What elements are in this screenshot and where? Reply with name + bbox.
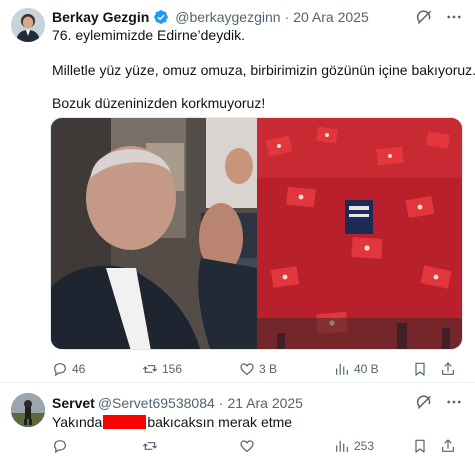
reply-count: 46 [72, 362, 86, 376]
views-icon [336, 363, 348, 375]
repost-count: 156 [162, 362, 183, 376]
tweet-actions: 46 156 3 B 40 B [52, 360, 462, 378]
reply-icon [54, 363, 66, 377]
tweet-text-line-3: Bozuk düzeninizden korkmuyoruz! [52, 95, 266, 111]
media-photo-crowd[interactable] [257, 118, 462, 349]
repost-icon [143, 442, 157, 450]
tweet-top-actions [415, 8, 463, 26]
reply-text: Yakında bakıcaksın merak etme [52, 413, 292, 431]
reply-icon [54, 440, 66, 454]
grok-icon[interactable] [415, 8, 433, 26]
tweet-text-line-2: Milletle yüz yüze, omuz omuza, birbirimi… [52, 62, 475, 78]
share-icon [442, 439, 454, 452]
reply-text-after: bakıcaksın merak etme [147, 414, 293, 430]
more-icon[interactable] [445, 393, 463, 411]
like-count: 3 B [259, 362, 278, 376]
share-icon [442, 362, 454, 375]
reply-actions: 253 [52, 437, 462, 455]
tweet-media[interactable] [50, 117, 463, 350]
bookmark-button[interactable] [412, 438, 428, 454]
grok-icon[interactable] [415, 393, 433, 411]
reply-header: Servet @Servet69538084 · 21 Ara 2025 [52, 394, 303, 412]
views-icon [336, 440, 348, 452]
reply-author-avatar[interactable] [11, 393, 45, 427]
reply-author-handle[interactable]: @Servet69538084 [98, 395, 215, 411]
media-photo-speaker[interactable] [51, 118, 257, 349]
reply-button[interactable] [52, 438, 68, 454]
reply-button[interactable]: 46 [52, 361, 85, 377]
author-name[interactable]: Berkay Gezgin [52, 9, 149, 25]
repost-button[interactable]: 156 [142, 361, 182, 377]
reply-top-actions [415, 393, 463, 411]
tweet-date[interactable]: 20 Ara 2025 [293, 9, 369, 25]
views-button[interactable]: 40 B [334, 361, 379, 377]
views-button[interactable]: 253 [334, 438, 374, 454]
like-icon [240, 363, 254, 376]
tweet-header: Berkay Gezgin @berkaygezginn · 20 Ara 20… [52, 8, 369, 26]
reply-author-name[interactable]: Servet [52, 395, 95, 411]
reply-date[interactable]: 21 Ara 2025 [227, 395, 303, 411]
reply-text-before: Yakında [52, 414, 103, 430]
like-icon [240, 440, 254, 453]
reply-views-count: 253 [354, 439, 375, 453]
redaction-mark [103, 415, 147, 429]
author-avatar[interactable] [11, 8, 45, 42]
bookmark-button[interactable] [412, 361, 428, 377]
share-button[interactable] [440, 361, 456, 377]
separator-dot: · [218, 395, 224, 411]
tweet-text-line-1: 76. eylemimizde Edirne’deydik. [52, 27, 245, 43]
bookmark-icon [415, 362, 425, 376]
bookmark-icon [415, 439, 425, 453]
like-button[interactable] [239, 438, 255, 454]
more-icon[interactable] [445, 8, 463, 26]
like-button[interactable]: 3 B [239, 361, 277, 377]
repost-button[interactable] [142, 438, 158, 454]
author-handle[interactable]: @berkaygezginn [175, 9, 280, 25]
repost-icon [143, 365, 157, 373]
verified-badge-icon [153, 9, 169, 25]
separator-dot: · [284, 9, 290, 25]
share-button[interactable] [440, 438, 456, 454]
views-count: 40 B [354, 362, 379, 376]
